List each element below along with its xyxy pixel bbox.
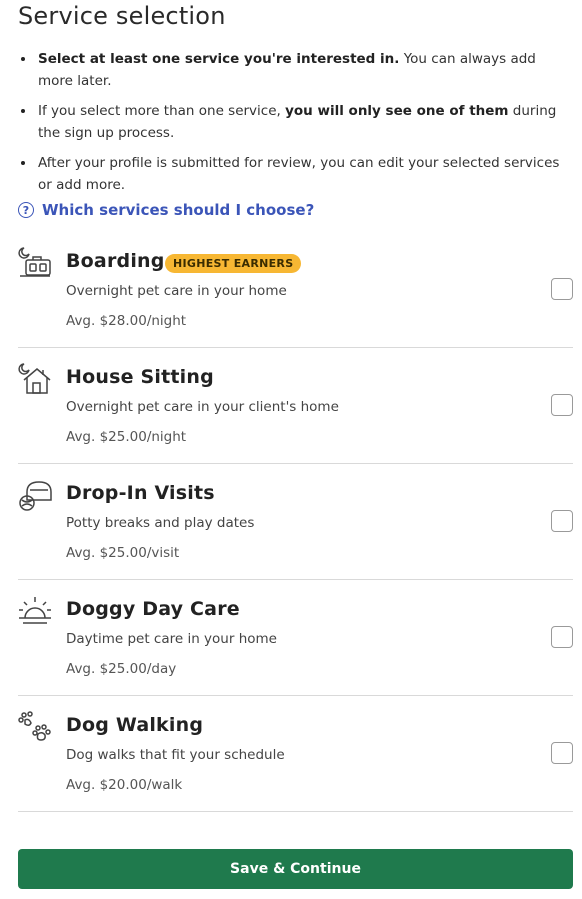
service-boarding[interactable]: Boarding HIGHEST EARNERS Overnight pet c… xyxy=(18,232,573,348)
doggy-day-care-checkbox[interactable] xyxy=(551,626,573,648)
sun-icon xyxy=(19,597,51,624)
service-drop-in-visits[interactable]: Drop-In Visits Potty breaks and play dat… xyxy=(18,464,573,580)
instruction-item: After your profile is submitted for revi… xyxy=(18,152,574,196)
service-name: Dog Walking xyxy=(66,714,204,736)
instruction-bold: Select at least one service you're inter… xyxy=(38,51,400,67)
question-circle-icon: ? xyxy=(18,202,34,218)
service-house-sitting[interactable]: House Sitting Overnight pet care in your… xyxy=(18,348,573,464)
drop-in-visits-checkbox[interactable] xyxy=(551,510,573,532)
paw-prints-icon xyxy=(18,711,51,741)
save-continue-button[interactable]: Save & Continue xyxy=(18,849,573,889)
which-services-help-link[interactable]: ? Which services should I choose? xyxy=(18,201,314,219)
house-sitting-icon xyxy=(18,363,51,394)
service-description: Overnight pet care in your home xyxy=(66,283,287,299)
service-price: Avg. $20.00/walk xyxy=(66,777,183,793)
drop-in-icon xyxy=(19,481,52,511)
instruction-item: Select at least one service you're inter… xyxy=(18,48,574,92)
help-link-label: Which services should I choose? xyxy=(42,201,315,219)
page-title: Service selection xyxy=(18,2,226,30)
service-price: Avg. $25.00/day xyxy=(66,661,177,677)
instruction-list: Select at least one service you're inter… xyxy=(18,48,574,204)
highest-earners-badge: HIGHEST EARNERS xyxy=(165,254,302,273)
instruction-bold: you will only see one of them xyxy=(285,103,509,119)
house-sitting-checkbox[interactable] xyxy=(551,394,573,416)
service-description: Potty breaks and play dates xyxy=(66,515,255,531)
service-name: House Sitting xyxy=(66,366,214,388)
boarding-checkbox[interactable] xyxy=(551,278,573,300)
service-name: Drop-In Visits xyxy=(66,482,215,504)
service-price: Avg. $25.00/visit xyxy=(66,545,180,561)
dog-walking-checkbox[interactable] xyxy=(551,742,573,764)
service-dog-walking[interactable]: Dog Walking Dog walks that fit your sche… xyxy=(18,696,573,812)
service-name: Doggy Day Care xyxy=(66,598,240,620)
service-price: Avg. $28.00/night xyxy=(66,313,187,329)
instruction-item: If you select more than one service, you… xyxy=(18,100,574,144)
service-description: Overnight pet care in your client's home xyxy=(66,399,339,415)
service-description: Daytime pet care in your home xyxy=(66,631,277,647)
service-description: Dog walks that fit your schedule xyxy=(66,747,285,763)
boarding-icon xyxy=(18,247,51,277)
service-doggy-day-care[interactable]: Doggy Day Care Daytime pet care in your … xyxy=(18,580,573,696)
service-name: Boarding xyxy=(66,250,165,272)
instruction-text: If you select more than one service, xyxy=(38,103,286,119)
service-price: Avg. $25.00/night xyxy=(66,429,187,445)
service-list: Boarding HIGHEST EARNERS Overnight pet c… xyxy=(18,232,573,812)
instruction-text: After your profile is submitted for revi… xyxy=(38,155,560,193)
